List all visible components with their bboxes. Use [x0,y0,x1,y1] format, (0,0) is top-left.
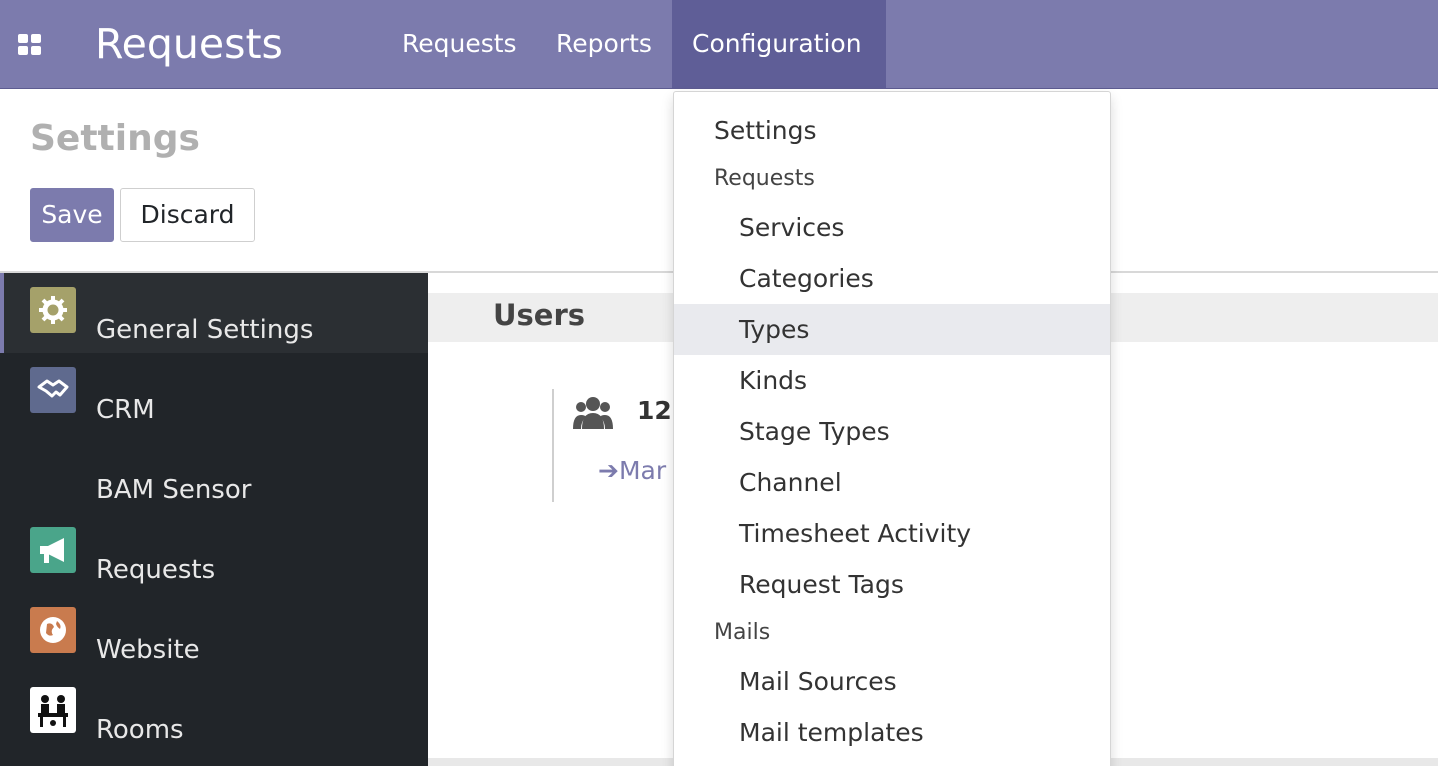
page-title: Settings [30,118,200,159]
dropdown-item-mail-templates[interactable]: Mail templates [674,707,1110,758]
handshake-icon [30,367,76,413]
apps-grid-icon[interactable] [18,34,42,56]
dropdown-item-kinds[interactable]: Kinds [674,355,1110,406]
sidebar-item-label: Rooms [96,715,184,745]
save-button[interactable]: Save [30,188,114,242]
sidebar-item-general-settings[interactable]: General Settings [0,273,428,353]
sidebar-item-bam-sensor[interactable]: BAM Sensor [0,433,428,513]
sidebar-item-website[interactable]: Website [0,593,428,673]
dropdown-header-requests: Requests [714,166,815,191]
menu-reports[interactable]: Reports [536,0,672,88]
dropdown-item-settings[interactable]: Settings [674,105,1110,156]
dropdown-item-categories[interactable]: Categories [674,253,1110,304]
gear-icon [30,287,76,333]
dropdown-item-timesheet-activity[interactable]: Timesheet Activity [674,508,1110,559]
dropdown-item-stage-types[interactable]: Stage Types [674,406,1110,457]
menu-requests[interactable]: Requests [382,0,537,88]
settings-sidebar: General Settings CRM BAM Sensor Requests… [0,273,428,766]
dropdown-item-request-tags[interactable]: Request Tags [674,559,1110,610]
top-navbar: Requests Requests Reports Configuration [0,0,1438,89]
dropdown-item-mail-sources[interactable]: Mail Sources [674,656,1110,707]
megaphone-icon [30,527,76,573]
manage-users-link[interactable]: ➔Mar [598,456,666,485]
globe-icon [30,607,76,653]
configuration-dropdown: Settings Requests Services Categories Ty… [673,91,1111,766]
dropdown-item-channel[interactable]: Channel [674,457,1110,508]
discard-button[interactable]: Discard [120,188,255,242]
dropdown-item-types[interactable]: Types [674,304,1110,355]
dropdown-item-services[interactable]: Services [674,202,1110,253]
setting-divider [552,389,554,502]
users-group-icon [573,395,613,431]
section-title: Users [493,298,586,332]
users-count: 12 [637,396,672,425]
menu-configuration[interactable]: Configuration [672,0,886,88]
sidebar-item-crm[interactable]: CRM [0,353,428,433]
sidebar-item-rooms[interactable]: Rooms [0,673,428,753]
manage-users-label: Mar [618,456,667,485]
meeting-people-icon [30,687,76,733]
sidebar-item-requests[interactable]: Requests [0,513,428,593]
arrow-right-icon: ➔ [598,456,619,485]
dropdown-header-mails: Mails [714,620,771,645]
app-brand-title: Requests [95,20,283,68]
